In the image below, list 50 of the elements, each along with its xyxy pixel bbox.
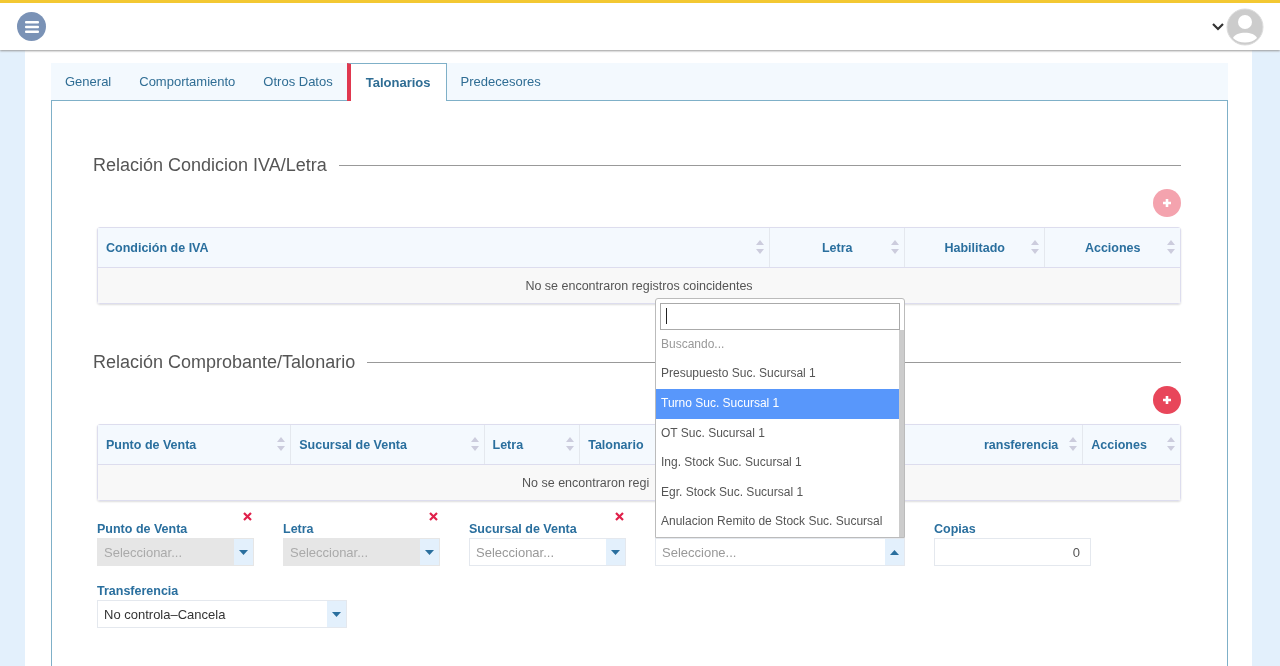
column-header[interactable]: Punto de Venta: [98, 425, 292, 464]
sort-icon[interactable]: [1031, 240, 1040, 254]
scrollbar[interactable]: [899, 329, 904, 537]
field-label: Transferencia: [97, 584, 179, 598]
sort-icon[interactable]: [1167, 437, 1175, 451]
column-header[interactable]: Acciones: [1045, 228, 1180, 267]
field-label: Sucursal de Venta: [469, 522, 577, 536]
column-header[interactable]: Letra: [770, 228, 905, 267]
chevron-down-icon[interactable]: [1212, 22, 1224, 31]
empty-message: No se encontraron regi: [522, 475, 650, 490]
sort-icon[interactable]: [756, 240, 765, 254]
sort-icon[interactable]: [277, 437, 286, 451]
column-header[interactable]: Sucursal de Venta: [291, 425, 485, 464]
tab[interactable]: Predecesores: [446, 63, 555, 100]
add-button[interactable]: [1153, 386, 1181, 414]
loading-text: Buscando...: [660, 335, 726, 353]
sort-icon[interactable]: [890, 240, 899, 254]
caret-icon[interactable]: [611, 549, 620, 555]
plus-icon[interactable]: [1162, 395, 1172, 405]
field-label: Letra: [283, 522, 314, 536]
dropdown-option[interactable]: Egr. Stock Suc. Sucursal 1: [656, 477, 899, 508]
section-title: Relación Comprobante/Talonario: [93, 351, 356, 373]
tab[interactable]: General: [51, 63, 126, 100]
column-header[interactable]: Letra: [484, 425, 581, 464]
tab[interactable]: Comportamiento: [125, 63, 250, 100]
tab[interactable]: Talonarios: [346, 63, 447, 101]
dropdown-option[interactable]: Anulacion Remito de Stock Suc. Sucursal: [656, 507, 899, 537]
tab[interactable]: Otros Datos: [249, 63, 347, 100]
caret-icon[interactable]: [890, 549, 899, 555]
sort-icon[interactable]: [1069, 437, 1078, 451]
field-label: Punto de Venta: [97, 522, 188, 536]
dropdown-option[interactable]: Turno Suc. Sucursal 1: [656, 389, 899, 419]
menu-icon[interactable]: [17, 12, 46, 41]
caret-icon[interactable]: [332, 611, 341, 617]
column-header[interactable]: Habilitado: [904, 228, 1046, 267]
search-field[interactable]: [660, 302, 900, 330]
field-label: Copias: [934, 522, 976, 536]
sort-icon[interactable]: [566, 437, 575, 451]
section-title: Relación Condicion IVA/Letra: [93, 154, 327, 176]
select-field[interactable]: Seleccione...: [655, 538, 905, 566]
select-field[interactable]: No controla–Cancela: [97, 600, 347, 628]
column-header[interactable]: Acciones: [1083, 425, 1180, 464]
clear-icon[interactable]: [615, 512, 624, 521]
select-field[interactable]: Seleccionar...: [469, 538, 626, 566]
empty-message: No se encontraron registros coincidentes: [525, 278, 753, 293]
dropdown-option[interactable]: Presupuesto Suc. Sucursal 1: [656, 359, 899, 390]
column-header[interactable]: Condición de IVA: [98, 228, 771, 267]
number-field[interactable]: 0: [934, 538, 1091, 566]
sort-icon[interactable]: [470, 437, 479, 451]
sort-icon[interactable]: [1167, 240, 1175, 254]
